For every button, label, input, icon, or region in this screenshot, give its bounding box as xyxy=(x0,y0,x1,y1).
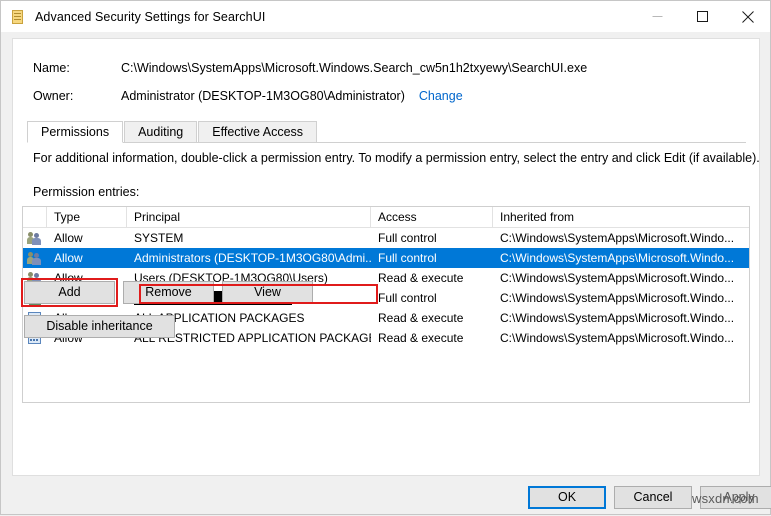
column-header-inherited-from[interactable]: Inherited from xyxy=(493,207,749,227)
close-button[interactable] xyxy=(725,1,770,32)
minimize-icon xyxy=(652,11,663,22)
row-icon xyxy=(23,230,47,246)
remove-button[interactable]: Remove xyxy=(123,281,214,304)
add-button[interactable]: Add xyxy=(24,281,115,304)
row-inherited-from: C:\Windows\SystemApps\Microsoft.Windo... xyxy=(493,249,749,268)
ok-button[interactable]: OK xyxy=(528,486,606,509)
row-inherited-from: C:\Windows\SystemApps\Microsoft.Windo... xyxy=(493,329,749,348)
maximize-button[interactable] xyxy=(680,1,725,32)
row-inherited-from: C:\Windows\SystemApps\Microsoft.Windo... xyxy=(493,289,749,308)
advanced-security-settings-window: Advanced Security Settings for SearchUI xyxy=(0,0,771,515)
row-access: Full control xyxy=(371,289,493,308)
apply-button[interactable]: Apply xyxy=(700,486,771,509)
tab-permissions[interactable]: Permissions xyxy=(27,121,123,143)
name-field-row: Name: C:\Windows\SystemApps\Microsoft.Wi… xyxy=(13,59,759,77)
group-icon xyxy=(27,250,43,266)
row-access: Read & execute xyxy=(371,309,493,328)
row-type: Allow xyxy=(47,249,127,268)
footer-bar: OK Cancel Apply xyxy=(1,478,771,516)
name-value: C:\Windows\SystemApps\Microsoft.Windows.… xyxy=(121,61,587,75)
table-row[interactable]: Allow Administrators (DESKTOP-1M3OG80\Ad… xyxy=(23,248,749,268)
row-principal: SYSTEM xyxy=(127,229,371,248)
permission-entries-list[interactable]: Type Principal Access Inherited from All… xyxy=(22,206,750,403)
table-row[interactable]: Allow SYSTEM Full control C:\Windows\Sys… xyxy=(23,228,749,248)
column-header-icon[interactable] xyxy=(23,207,47,227)
row-inherited-from: C:\Windows\SystemApps\Microsoft.Windo... xyxy=(493,229,749,248)
main-panel: Name: C:\Windows\SystemApps\Microsoft.Wi… xyxy=(12,38,760,476)
column-header-type[interactable]: Type xyxy=(47,207,127,227)
row-inherited-from: C:\Windows\SystemApps\Microsoft.Windo... xyxy=(493,309,749,328)
column-header-access[interactable]: Access xyxy=(371,207,493,227)
window-controls xyxy=(635,1,770,32)
title-bar: Advanced Security Settings for SearchUI xyxy=(1,1,770,32)
cancel-button[interactable]: Cancel xyxy=(614,486,692,509)
tab-auditing[interactable]: Auditing xyxy=(124,121,197,142)
column-header-principal[interactable]: Principal xyxy=(127,207,371,227)
tab-effective-access[interactable]: Effective Access xyxy=(198,121,317,142)
row-type: Allow xyxy=(47,229,127,248)
permission-entries-label: Permission entries: xyxy=(33,185,139,199)
view-button[interactable]: View xyxy=(222,281,313,304)
name-label: Name: xyxy=(13,61,121,75)
row-icon xyxy=(23,250,47,266)
minimize-button[interactable] xyxy=(635,1,680,32)
window-title: Advanced Security Settings for SearchUI xyxy=(35,10,265,24)
row-access: Full control xyxy=(371,249,493,268)
row-inherited-from: C:\Windows\SystemApps\Microsoft.Windo... xyxy=(493,269,749,288)
row-access: Read & execute xyxy=(371,269,493,288)
group-icon xyxy=(27,230,43,246)
owner-value: Administrator (DESKTOP-1M3OG80\Administr… xyxy=(121,89,405,103)
owner-label: Owner: xyxy=(13,89,121,103)
list-header-row: Type Principal Access Inherited from xyxy=(23,207,749,228)
disable-inheritance-button[interactable]: Disable inheritance xyxy=(24,315,175,338)
change-owner-link[interactable]: Change xyxy=(419,89,463,103)
security-folder-icon xyxy=(10,9,26,25)
row-access: Full control xyxy=(371,229,493,248)
tab-strip: Permissions Auditing Effective Access xyxy=(27,120,746,143)
close-icon xyxy=(742,11,754,23)
row-principal: Administrators (DESKTOP-1M3OG80\Admi... xyxy=(127,249,371,268)
row-access: Read & execute xyxy=(371,329,493,348)
maximize-icon xyxy=(697,11,708,22)
owner-field-row: Owner: Administrator (DESKTOP-1M3OG80\Ad… xyxy=(13,87,759,105)
description-text: For additional information, double-click… xyxy=(33,151,760,165)
